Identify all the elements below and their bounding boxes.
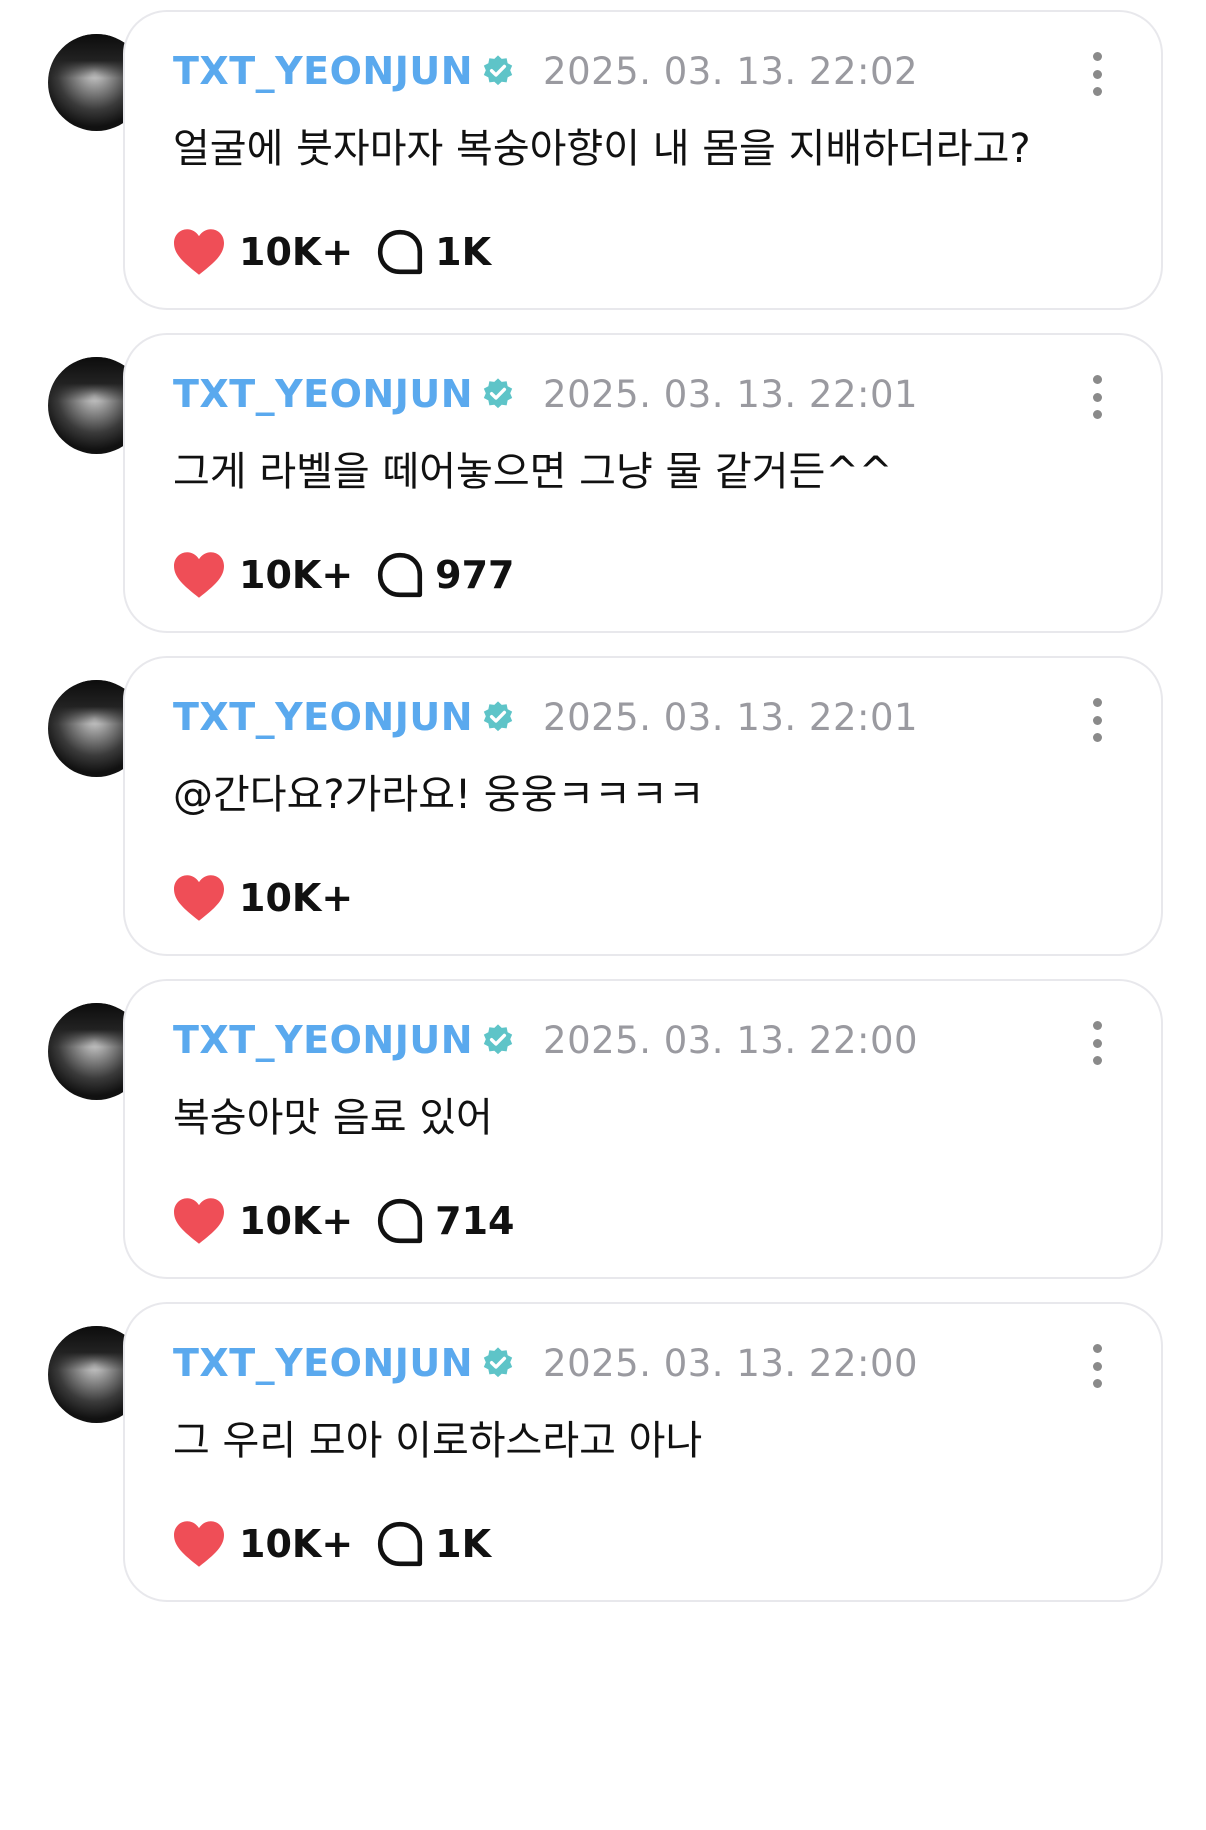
post-card[interactable]: TXT_YEONJUN 2025. 03. 13. 22:01 @간다요?가라요…	[123, 656, 1163, 956]
post-actions: 10K+	[171, 870, 353, 926]
comment-icon[interactable]	[375, 550, 425, 600]
post-header: TXT_YEONJUN 2025. 03. 13. 22:00	[173, 1015, 918, 1065]
verified-badge-icon	[483, 701, 513, 732]
like-count: 10K+	[239, 230, 354, 274]
post-text: 그 우리 모아 이로하스라고 아나	[173, 1418, 703, 1464]
comment-count: 1K	[435, 230, 492, 274]
verified-badge-icon	[483, 1347, 513, 1378]
username[interactable]: TXT_YEONJUN	[173, 1018, 473, 1062]
post-header: TXT_YEONJUN 2025. 03. 13. 22:01	[173, 369, 918, 419]
comment-icon[interactable]	[375, 227, 425, 277]
verified-badge-icon	[483, 55, 513, 86]
post-actions: 10K+ 977	[171, 547, 515, 603]
post-header: TXT_YEONJUN 2025. 03. 13. 22:02	[173, 46, 918, 96]
post-date: 2025. 03. 13. 22:01	[543, 695, 919, 739]
post-text: @간다요?가라요! 웅웅ㅋㅋㅋㅋ	[173, 772, 705, 818]
more-options-icon[interactable]	[1091, 52, 1103, 96]
more-options-icon[interactable]	[1091, 1021, 1103, 1065]
post: TXT_YEONJUN 2025. 03. 13. 22:00 복숭아맛 음료 …	[0, 969, 1206, 1279]
verified-badge-icon	[483, 378, 513, 409]
post-header: TXT_YEONJUN 2025. 03. 13. 22:01	[173, 692, 918, 742]
like-count: 10K+	[239, 1522, 354, 1566]
heart-icon[interactable]	[171, 1519, 227, 1569]
post-actions: 10K+ 714	[171, 1193, 515, 1249]
like-count: 10K+	[239, 876, 354, 920]
heart-icon[interactable]	[171, 550, 227, 600]
username[interactable]: TXT_YEONJUN	[173, 372, 473, 416]
comment-count: 714	[435, 1199, 515, 1243]
post: TXT_YEONJUN 2025. 03. 13. 22:02 얼굴에 붓자마자…	[0, 0, 1206, 310]
post: TXT_YEONJUN 2025. 03. 13. 22:00 그 우리 모아 …	[0, 1292, 1206, 1602]
heart-icon[interactable]	[171, 227, 227, 277]
post-card[interactable]: TXT_YEONJUN 2025. 03. 13. 22:01 그게 라벨을 떼…	[123, 333, 1163, 633]
post-actions: 10K+ 1K	[171, 224, 491, 280]
post-text: 그게 라벨을 떼어놓으면 그냥 물 같거든^^	[173, 449, 893, 495]
like-count: 10K+	[239, 1199, 354, 1243]
verified-badge-icon	[483, 1024, 513, 1055]
username[interactable]: TXT_YEONJUN	[173, 49, 473, 93]
more-options-icon[interactable]	[1091, 375, 1103, 419]
more-options-icon[interactable]	[1091, 698, 1103, 742]
post-date: 2025. 03. 13. 22:02	[543, 49, 919, 93]
post-text: 복숭아맛 음료 있어	[173, 1095, 493, 1141]
post-card[interactable]: TXT_YEONJUN 2025. 03. 13. 22:00 그 우리 모아 …	[123, 1302, 1163, 1602]
comment-icon[interactable]	[375, 1196, 425, 1246]
heart-icon[interactable]	[171, 873, 227, 923]
comment-count: 977	[435, 553, 515, 597]
post: TXT_YEONJUN 2025. 03. 13. 22:01 그게 라벨을 떼…	[0, 323, 1206, 633]
like-count: 10K+	[239, 553, 354, 597]
comment-icon[interactable]	[375, 1519, 425, 1569]
post-date: 2025. 03. 13. 22:00	[543, 1018, 919, 1062]
post-actions: 10K+ 1K	[171, 1516, 491, 1572]
post-date: 2025. 03. 13. 22:01	[543, 372, 919, 416]
post-card[interactable]: TXT_YEONJUN 2025. 03. 13. 22:02 얼굴에 붓자마자…	[123, 10, 1163, 310]
comment-count: 1K	[435, 1522, 492, 1566]
post-text: 얼굴에 붓자마자 복숭아향이 내 몸을 지배하더라고?	[173, 126, 1031, 172]
post-header: TXT_YEONJUN 2025. 03. 13. 22:00	[173, 1338, 918, 1388]
heart-icon[interactable]	[171, 1196, 227, 1246]
more-options-icon[interactable]	[1091, 1344, 1103, 1388]
post: TXT_YEONJUN 2025. 03. 13. 22:01 @간다요?가라요…	[0, 646, 1206, 956]
post-card[interactable]: TXT_YEONJUN 2025. 03. 13. 22:00 복숭아맛 음료 …	[123, 979, 1163, 1279]
username[interactable]: TXT_YEONJUN	[173, 695, 473, 739]
username[interactable]: TXT_YEONJUN	[173, 1341, 473, 1385]
post-date: 2025. 03. 13. 22:00	[543, 1341, 919, 1385]
